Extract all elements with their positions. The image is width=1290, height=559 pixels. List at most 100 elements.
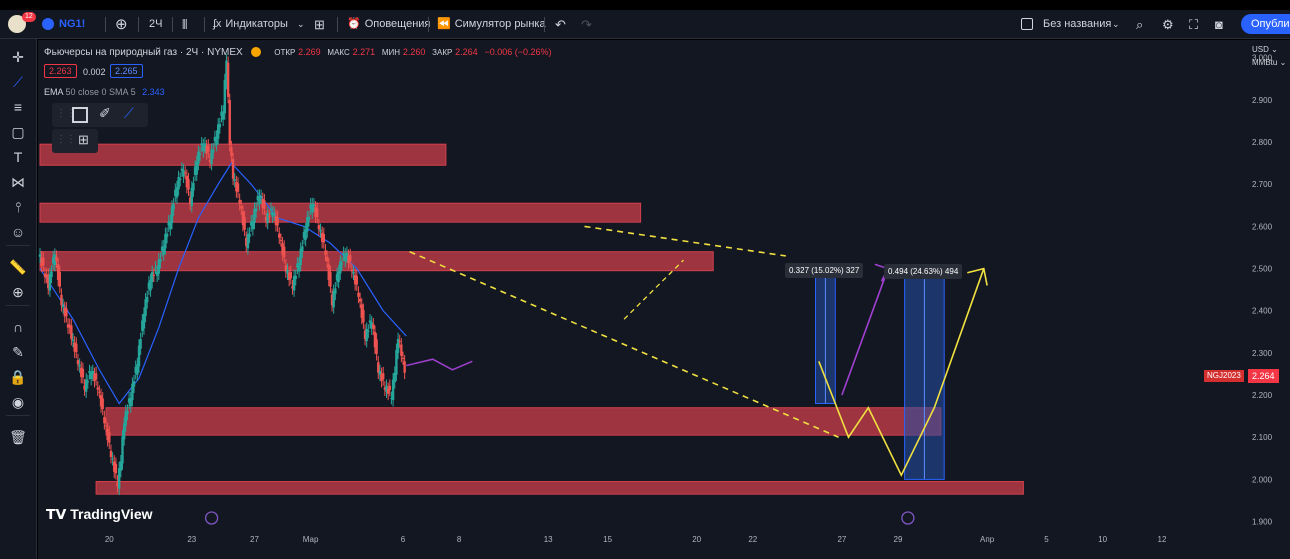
candle-body (122, 423, 126, 440)
candle-body (349, 255, 352, 262)
candle-body (325, 256, 329, 262)
candle-body (307, 216, 311, 221)
y-tick-label: 2.600 (1252, 222, 1273, 231)
low-label: МИН (381, 48, 401, 57)
change-value: −0.006 (−0.26%) (484, 47, 552, 57)
resistance-zone-1 (39, 143, 447, 166)
open-label: ОТКР (274, 48, 296, 57)
candle-body (81, 368, 85, 378)
candle-body (362, 309, 365, 323)
measure-label-1[interactable]: 0.327 (15.02%) 327 (785, 263, 864, 278)
candle-body (104, 425, 108, 427)
candle-body (101, 398, 104, 409)
candle-body (192, 182, 195, 191)
tv-logo-icon: 𝗧𝗩 (46, 506, 67, 522)
brush-icon[interactable]: ✐ (99, 105, 111, 122)
close-label: ЗАКР (432, 48, 453, 57)
candle-body (233, 179, 236, 181)
candle-body (236, 183, 240, 192)
ema-line (39, 162, 407, 405)
resistance-zone-4 (105, 407, 942, 436)
spread-value: 0.002 (83, 67, 106, 77)
ema-params: 50 close 0 SMA 5 (65, 87, 136, 97)
candle-body (218, 123, 222, 128)
symbol-price-tag: NGJ2023 (1204, 370, 1244, 382)
candle-body (263, 200, 266, 209)
candle-body (403, 361, 406, 373)
ema-label: EMA (44, 87, 64, 97)
candle-body (230, 147, 233, 156)
y-tick-label: 2.000 (1252, 475, 1273, 484)
bid-price[interactable]: 2.263 (44, 64, 77, 78)
candle-body (118, 468, 121, 489)
candle-body (294, 275, 297, 280)
candle-body (329, 271, 332, 287)
candle-body (38, 254, 42, 257)
candle-body (248, 233, 251, 237)
x-tick-label: 27 (250, 535, 259, 544)
trend-line-icon[interactable]: ⟋ (124, 105, 134, 122)
candle-body (238, 199, 241, 205)
candle-body (108, 432, 111, 443)
candle-body (273, 212, 276, 215)
open-value: 2.269 (298, 47, 321, 57)
resistance-zone-2 (39, 202, 642, 223)
candle-body (268, 215, 271, 217)
candle-body (340, 263, 344, 265)
candle-body (278, 233, 281, 238)
unit-selector[interactable]: MMBtu ⌄ (1252, 58, 1286, 67)
candle-body (372, 324, 375, 329)
candle-body (357, 292, 360, 297)
measure-label-2[interactable]: 0.494 (24.63%) 494 (884, 264, 963, 279)
candle-body (182, 170, 185, 177)
x-tick-label: 6 (401, 535, 406, 544)
candle-body (71, 339, 75, 342)
candle-body (98, 391, 101, 393)
event-marker-icon (204, 511, 219, 525)
candle-body (388, 385, 391, 391)
candle-body (154, 267, 157, 269)
candle-body (172, 204, 175, 210)
candle-body (223, 80, 226, 114)
candle-body (78, 364, 81, 367)
resistance-zone-3 (39, 251, 714, 272)
candle-body (111, 458, 114, 460)
candle-body (146, 296, 149, 303)
candle-body (358, 298, 362, 302)
candle-body (226, 62, 230, 97)
ema-legend[interactable]: EMA 50 close 0 SMA 5 2.343 (44, 87, 165, 97)
rectangle-tool-icon[interactable] (72, 107, 88, 123)
candle-body (152, 274, 156, 276)
candle-body (94, 373, 98, 380)
currency-label: USD (1252, 45, 1269, 54)
candle-body (289, 271, 292, 279)
price-chart[interactable]: 3.0002.9002.8002.7002.6002.5002.4002.300… (0, 0, 1290, 559)
y-tick-label: 2.800 (1252, 138, 1273, 147)
candle-body (395, 349, 398, 375)
candle-body (276, 217, 279, 226)
high-label: МАКС (327, 48, 350, 57)
tradingview-logo: 𝗧𝗩 TradingView (46, 506, 153, 523)
candle-body (142, 313, 146, 329)
x-tick-label: 12 (1158, 535, 1167, 544)
x-tick-label: Мар (303, 535, 319, 544)
candle-body (350, 269, 354, 272)
candle-body (165, 233, 169, 237)
candle-body (58, 271, 61, 287)
candle-body (324, 250, 327, 255)
y-tick-label: 2.900 (1252, 96, 1273, 105)
candle-body (139, 338, 142, 349)
currency-selector[interactable]: USD ⌄ (1252, 45, 1278, 54)
add-favorite-icon[interactable]: ⊞ (78, 132, 89, 148)
resistance-zone-5 (95, 481, 1024, 495)
ask-price[interactable]: 2.265 (110, 64, 143, 78)
candle-body (60, 294, 63, 306)
candle-body (382, 373, 385, 380)
candle-body (367, 330, 370, 332)
y-tick-label: 2.700 (1252, 180, 1273, 189)
x-tick-label: 5 (1044, 535, 1049, 544)
drag-handle-icon[interactable]: ⋮⋮ (56, 134, 76, 145)
y-tick-label: 2.300 (1252, 349, 1273, 358)
candle-body (391, 379, 395, 401)
y-tick-label: 2.400 (1252, 307, 1273, 316)
